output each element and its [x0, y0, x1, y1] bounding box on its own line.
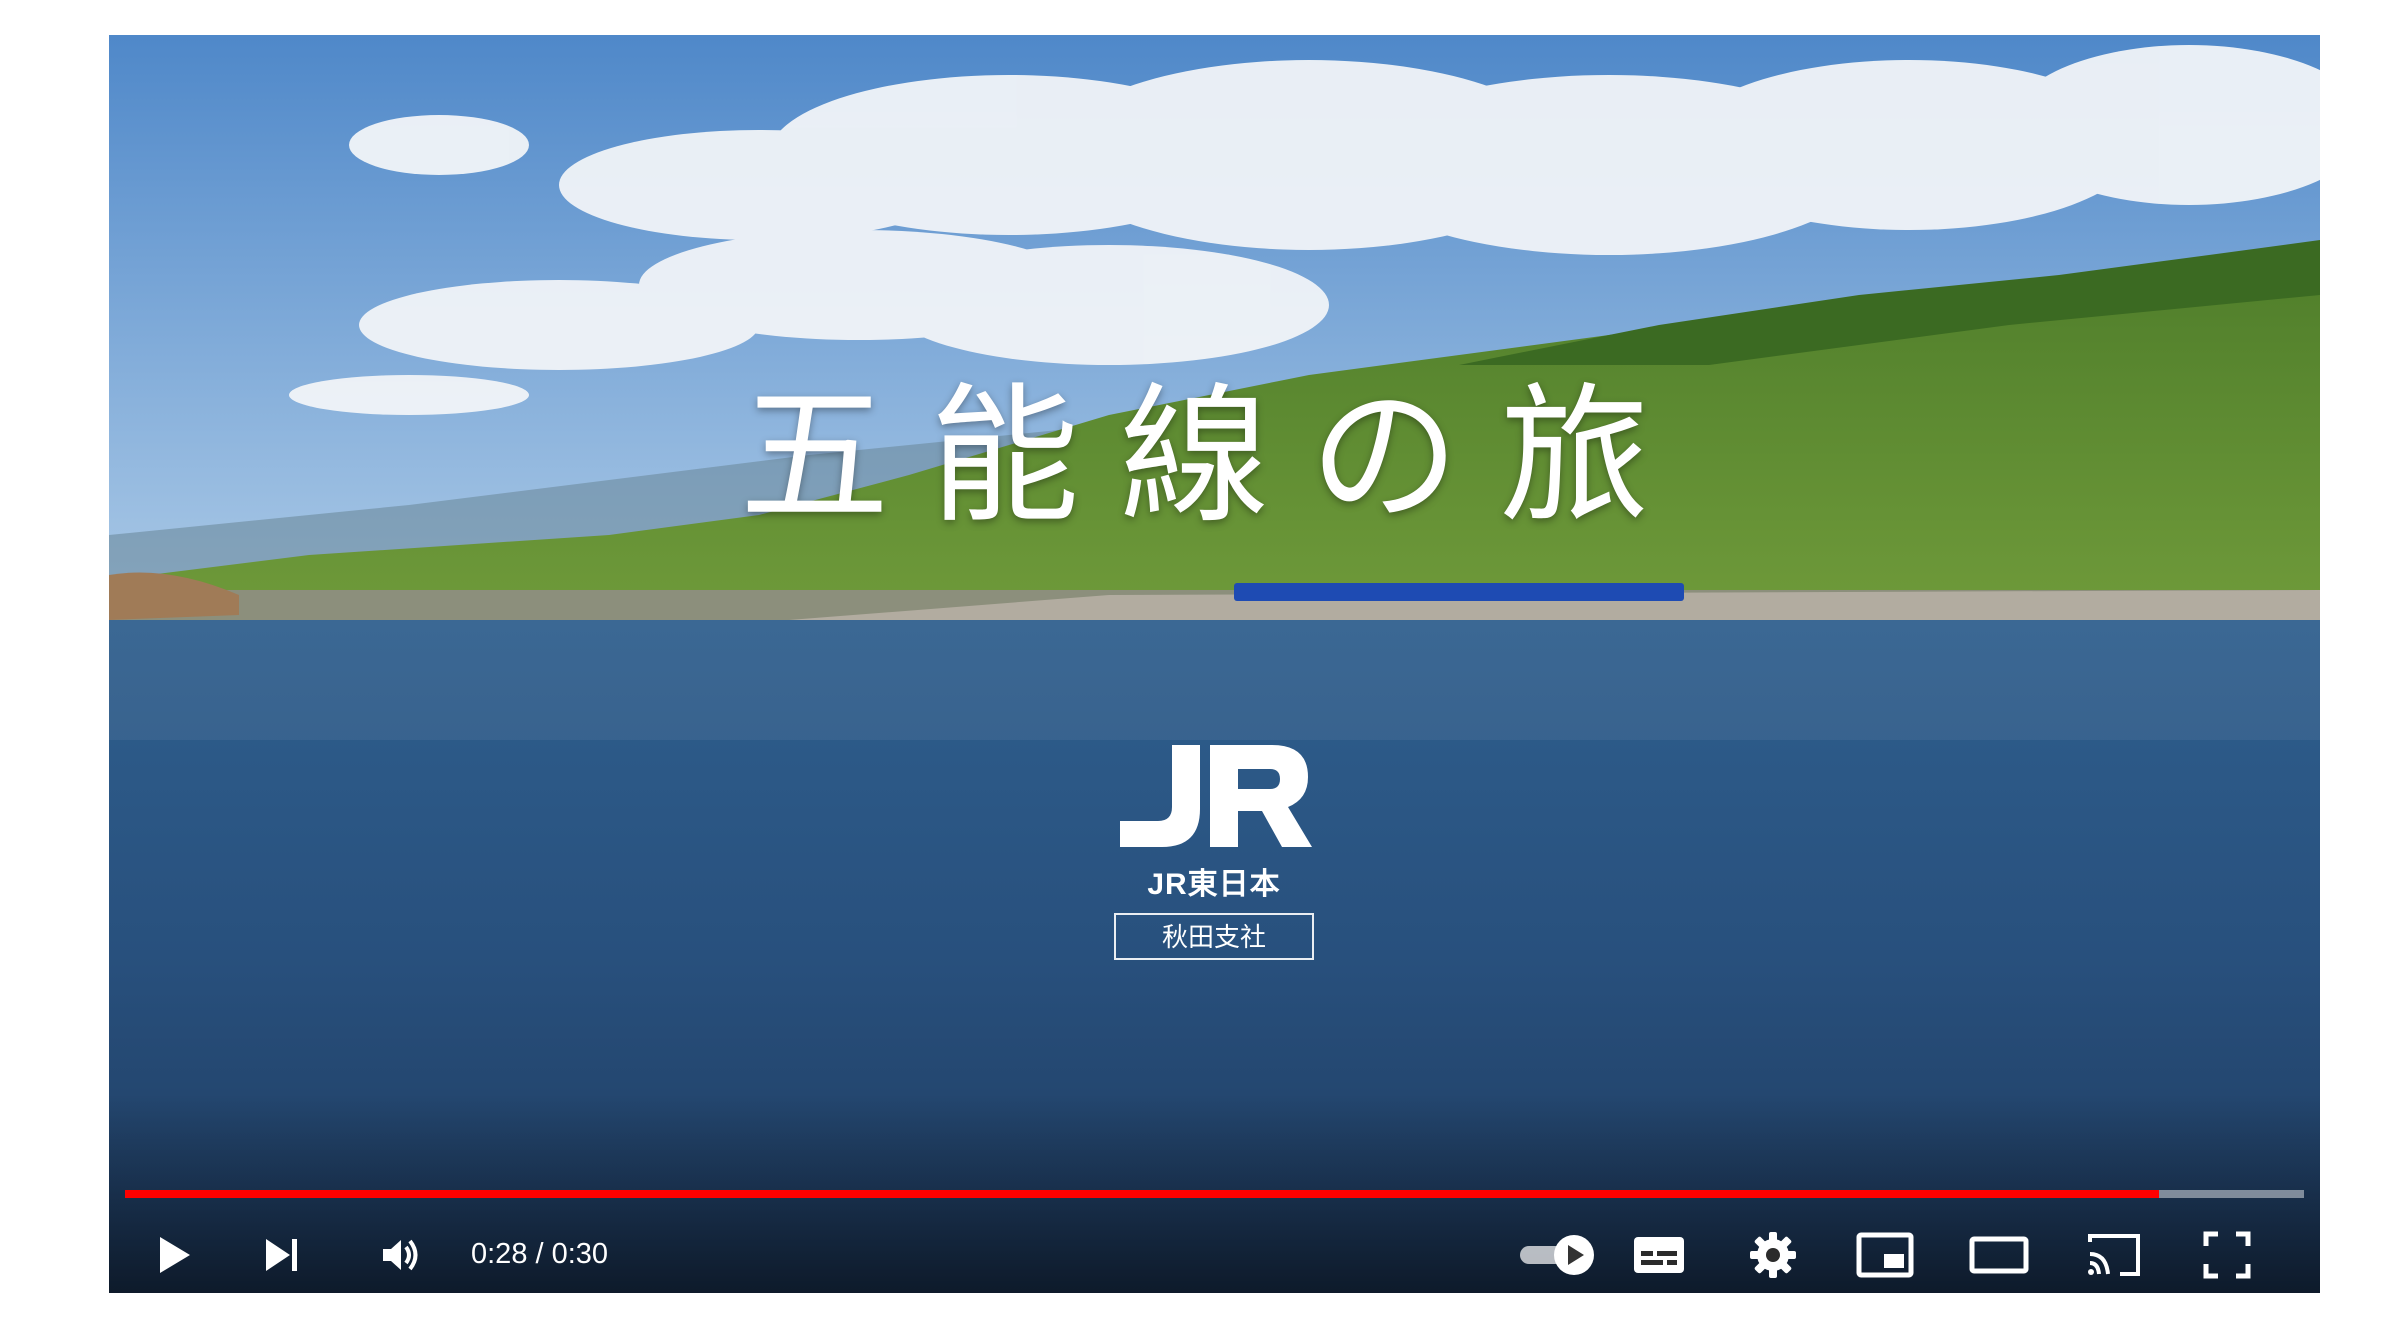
logo-company-name: JR東日本: [1147, 868, 1281, 901]
time-display: 0:28 / 0:30: [471, 1238, 609, 1270]
jr-logo-mark: [1112, 737, 1316, 857]
video-title-overlay: 五能線の旅: [739, 370, 1690, 544]
cast-icon: [2088, 1234, 2140, 1276]
progress-played: [125, 1190, 2159, 1198]
settings-gear-icon: [1750, 1232, 1796, 1278]
autoplay-toggle-icon: [1520, 1235, 1594, 1275]
cast-button[interactable]: [2084, 1225, 2144, 1285]
next-button[interactable]: [252, 1225, 312, 1285]
play-icon: [160, 1237, 190, 1273]
miniplayer-button[interactable]: [1855, 1225, 1915, 1285]
miniplayer-icon: [1856, 1232, 1914, 1278]
autoplay-toggle[interactable]: [1509, 1225, 1609, 1285]
blue-train: [1234, 583, 1684, 601]
play-button[interactable]: [144, 1225, 204, 1285]
fullscreen-button[interactable]: [2197, 1225, 2257, 1285]
subtitles-button[interactable]: [1629, 1225, 1689, 1285]
sea-shine: [109, 620, 2320, 740]
theater-mode-icon: [1969, 1236, 2029, 1274]
video-player[interactable]: 五能線の旅 JR東日本 秋田支社 0:28 / 0:30: [109, 35, 2320, 1293]
next-icon: [266, 1239, 297, 1271]
jr-east-logo: JR東日本 秋田支社: [1112, 737, 1316, 960]
progress-bar[interactable]: [125, 1190, 2304, 1198]
subtitles-icon: [1634, 1237, 1684, 1273]
mute-button[interactable]: [371, 1225, 431, 1285]
volume-icon: [383, 1239, 418, 1271]
fullscreen-icon: [2203, 1231, 2251, 1279]
logo-branch-name: 秋田支社: [1114, 913, 1314, 960]
settings-button[interactable]: [1743, 1225, 1803, 1285]
theater-mode-button[interactable]: [1969, 1225, 2029, 1285]
